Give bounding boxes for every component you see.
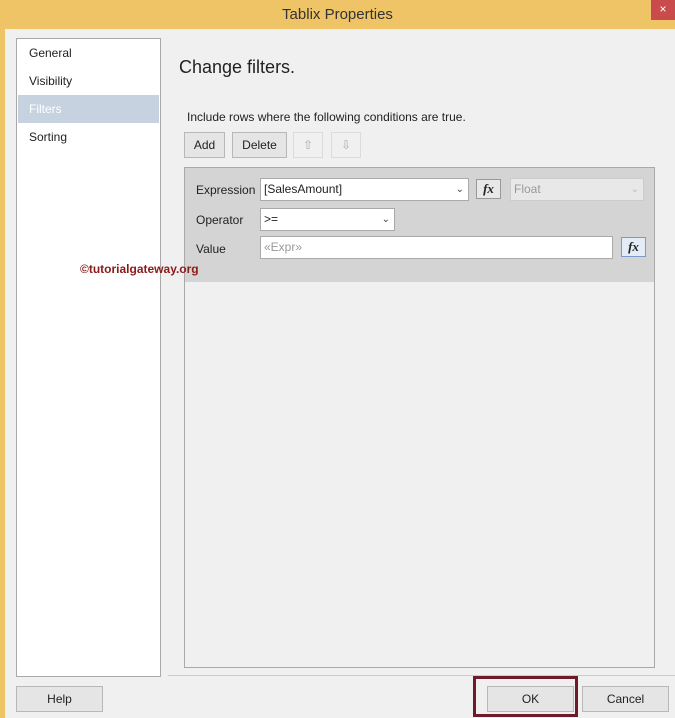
- filter-list: Expression [SalesAmount] ⌄ fx Float ⌄ Oper…: [184, 167, 655, 668]
- arrow-up-icon: ⇧: [302, 138, 314, 152]
- filter-row: Expression [SalesAmount] ⌄ fx Float ⌄ Oper…: [185, 168, 654, 282]
- type-select[interactable]: Float ⌄: [510, 178, 644, 201]
- title-bar: Tablix Properties ×: [0, 0, 675, 29]
- help-button[interactable]: Help: [16, 686, 103, 712]
- divider: [168, 675, 675, 676]
- operator-select[interactable]: >= ⌄: [260, 208, 395, 231]
- cancel-button[interactable]: Cancel: [582, 686, 669, 712]
- expression-label: Expression: [196, 183, 256, 197]
- sidebar-item-sorting[interactable]: Sorting: [18, 123, 159, 151]
- chevron-down-icon: ⌄: [381, 214, 390, 225]
- window-title: Tablix Properties: [282, 6, 393, 23]
- page-title: Change filters.: [179, 57, 296, 77]
- expression-value: [SalesAmount]: [264, 182, 343, 196]
- expression-fx-button[interactable]: fx: [476, 179, 501, 199]
- move-up-button[interactable]: ⇧: [293, 132, 323, 158]
- expression-select[interactable]: [SalesAmount] ⌄: [260, 178, 469, 201]
- value-label: Value: [196, 242, 226, 256]
- arrow-down-icon: ⇩: [340, 138, 352, 152]
- window-border: [0, 29, 5, 718]
- sidebar: General Visibility Filters Sorting: [16, 38, 161, 677]
- add-button[interactable]: Add: [184, 132, 225, 158]
- sidebar-item-visibility[interactable]: Visibility: [18, 67, 159, 95]
- move-down-button[interactable]: ⇩: [331, 132, 361, 158]
- sidebar-item-filters[interactable]: Filters: [18, 95, 159, 123]
- instructions-text: Include rows where the following conditi…: [187, 110, 466, 124]
- sidebar-item-general[interactable]: General: [18, 39, 159, 67]
- value-input[interactable]: «Expr»: [260, 236, 613, 259]
- delete-button[interactable]: Delete: [232, 132, 287, 158]
- chevron-down-icon: ⌄: [630, 184, 639, 195]
- operator-value: >=: [264, 212, 279, 226]
- watermark: ©tutorialgateway.org: [80, 262, 199, 276]
- ok-highlight: [473, 676, 578, 717]
- value-fx-button[interactable]: fx: [621, 237, 646, 257]
- chevron-down-icon: ⌄: [455, 184, 464, 195]
- operator-label: Operator: [196, 213, 244, 227]
- type-value: Float: [514, 182, 541, 196]
- close-button[interactable]: ×: [651, 0, 675, 20]
